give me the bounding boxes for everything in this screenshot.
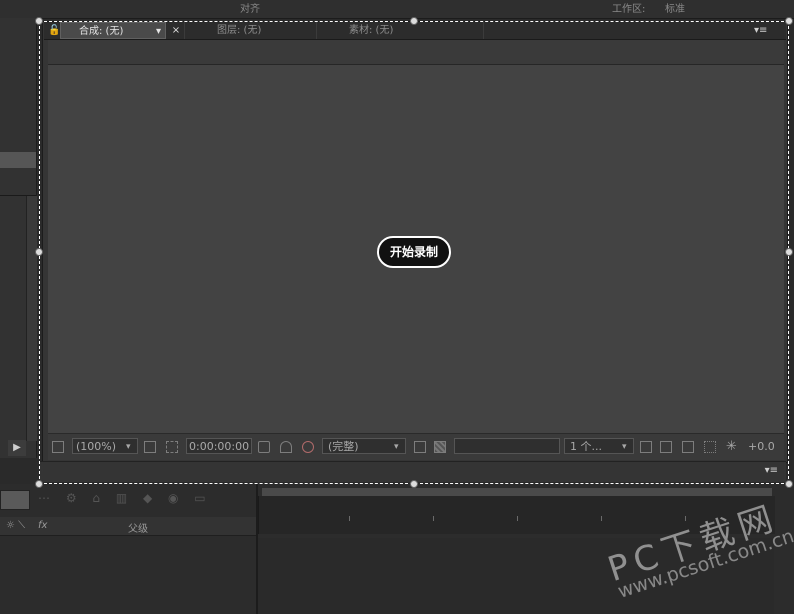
resize-handle-top[interactable] xyxy=(410,17,418,25)
switches-icons[interactable]: ☼ ⟍ xyxy=(6,520,25,531)
timeline-search-input[interactable] xyxy=(0,490,30,510)
timeline-column-header: ☼ ⟍ fx 父级 xyxy=(0,517,256,536)
fx-label[interactable]: fx xyxy=(38,520,47,531)
ruler-tick xyxy=(349,516,350,521)
recording-region-selection[interactable] xyxy=(39,21,789,484)
timeline-tool-icons[interactable]: ⋯ ⚙ ⌂ ▥ ◆ ◉ ▭ xyxy=(38,491,248,507)
resize-handle-top-left[interactable] xyxy=(35,17,43,25)
ruler-tick xyxy=(517,516,518,521)
top-toolbar: 对齐 工作区: 标准 xyxy=(0,0,794,19)
resize-handle-left[interactable] xyxy=(35,248,43,256)
workspace-label: 工作区: xyxy=(612,4,646,15)
resize-handle-right[interactable] xyxy=(785,248,793,256)
work-area-bar[interactable] xyxy=(262,488,772,496)
ruler-tick xyxy=(433,516,434,521)
parent-column-label: 父级 xyxy=(128,524,148,535)
workspace-value[interactable]: 标准 xyxy=(665,0,685,15)
resize-handle-bottom[interactable] xyxy=(410,480,418,488)
project-search-field[interactable] xyxy=(0,152,36,168)
align-label[interactable]: 对齐 xyxy=(240,0,260,15)
timeline-divider[interactable] xyxy=(256,484,258,614)
ruler-tick xyxy=(601,516,602,521)
resize-handle-bottom-left[interactable] xyxy=(35,480,43,488)
play-icon[interactable]: ▶ xyxy=(8,440,26,456)
resize-handle-top-right[interactable] xyxy=(785,17,793,25)
project-scrollbar[interactable] xyxy=(26,196,37,441)
resize-handle-bottom-right[interactable] xyxy=(785,480,793,488)
